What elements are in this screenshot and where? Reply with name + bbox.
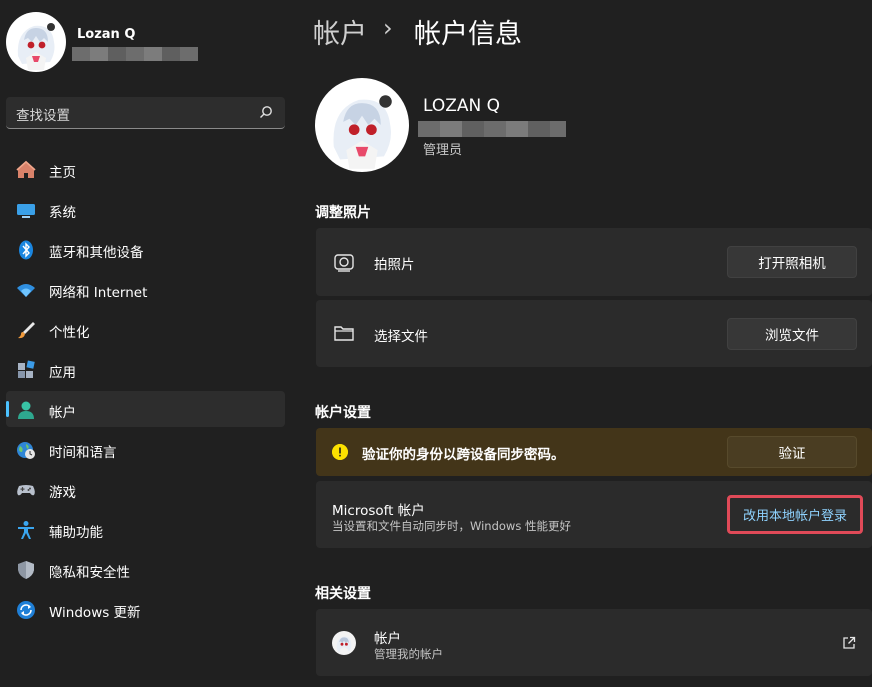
choose-file-label: 选择文件	[374, 329, 428, 345]
sidebar-item-home[interactable]: 主页	[6, 151, 285, 187]
sidebar-item-label: 主页	[49, 165, 76, 181]
system-icon	[17, 204, 35, 218]
microsoft-account-title: Microsoft 帐户	[332, 503, 425, 519]
take-photo-card: 拍照片 打开照相机	[316, 228, 872, 296]
wifi-icon	[17, 284, 35, 297]
sidebar-item-gaming[interactable]: 游戏	[6, 471, 285, 507]
related-account-subtitle: 管理我的帐户	[374, 647, 443, 661]
section-title-account-settings: 帐户设置	[315, 405, 371, 421]
avatar	[6, 12, 66, 72]
microsoft-account-subtitle: 当设置和文件自动同步时，Windows 性能更好	[332, 519, 571, 533]
related-accounts-card[interactable]: 帐户 管理我的帐户	[316, 609, 872, 676]
sidebar-item-label: 网络和 Internet	[49, 285, 148, 301]
gamepad-icon	[17, 485, 35, 496]
sidebar-nav: 主页 系统 蓝牙和其他设备 网络和 Internet 个性化 应用 帐户 时间和…	[6, 151, 285, 631]
sidebar-item-label: Windows 更新	[49, 605, 141, 621]
sidebar-item-system[interactable]: 系统	[6, 191, 285, 227]
globe-clock-icon	[17, 442, 35, 459]
shield-icon	[18, 561, 34, 579]
sidebar-item-network[interactable]: 网络和 Internet	[6, 271, 285, 307]
account-icon	[18, 401, 34, 419]
sidebar-item-label: 辅助功能	[49, 525, 103, 541]
sidebar-item-label: 系统	[49, 205, 76, 221]
verify-warning-text: 验证你的身份以跨设备同步密码。	[362, 447, 565, 463]
profile-avatar	[315, 78, 409, 172]
folder-icon	[334, 326, 354, 341]
breadcrumb-parent[interactable]: 帐户	[313, 12, 367, 51]
sidebar-item-accessibility[interactable]: 辅助功能	[6, 511, 285, 547]
user-block	[6, 12, 66, 72]
verify-button[interactable]: 验证	[727, 436, 857, 468]
switch-to-local-account-link[interactable]: 改用本地帐户登录	[727, 495, 863, 534]
apps-icon	[18, 360, 35, 378]
sidebar-item-label: 应用	[49, 365, 76, 381]
sidebar-item-apps[interactable]: 应用	[6, 351, 285, 387]
section-title-adjust-photo: 调整照片	[315, 205, 371, 221]
related-account-title: 帐户	[374, 631, 401, 647]
accessibility-icon	[18, 521, 34, 539]
search-icon[interactable]	[259, 105, 273, 119]
page-title: 帐户信息	[414, 19, 522, 50]
sidebar-item-label: 蓝牙和其他设备	[49, 245, 144, 261]
profile-email-redacted	[418, 121, 566, 137]
external-link-icon[interactable]	[842, 636, 856, 650]
user-name: Lozan Q	[77, 27, 136, 42]
sidebar-item-accounts[interactable]: 帐户	[6, 391, 285, 427]
bluetooth-icon	[19, 240, 33, 260]
browse-files-button[interactable]: 浏览文件	[727, 318, 857, 350]
choose-file-card: 选择文件 浏览文件	[316, 300, 872, 367]
sidebar-item-label: 隐私和安全性	[49, 565, 130, 581]
microsoft-account-card: Microsoft 帐户 当设置和文件自动同步时，Windows 性能更好 改用…	[316, 481, 872, 548]
warning-icon	[332, 444, 348, 460]
sidebar-item-label: 时间和语言	[49, 445, 117, 461]
search-box[interactable]: 查找设置	[6, 97, 285, 129]
profile-name: LOZAN Q	[423, 96, 501, 116]
related-account-avatar	[332, 631, 356, 655]
search-input[interactable]: 查找设置	[16, 104, 70, 124]
brush-icon	[18, 322, 35, 339]
breadcrumb-separator: ›	[383, 14, 393, 42]
sidebar-item-label: 帐户	[49, 405, 76, 421]
open-camera-button[interactable]: 打开照相机	[727, 246, 857, 278]
sidebar-item-bluetooth[interactable]: 蓝牙和其他设备	[6, 231, 285, 267]
update-icon	[17, 601, 35, 619]
home-icon	[16, 160, 36, 178]
verify-warning-card: 验证你的身份以跨设备同步密码。 验证	[316, 428, 872, 476]
profile-role: 管理员	[423, 143, 463, 158]
sidebar-item-privacy[interactable]: 隐私和安全性	[6, 551, 285, 587]
take-photo-label: 拍照片	[374, 257, 415, 273]
sidebar: Lozan Q 查找设置 主页 系统 蓝牙和其他设备 网络和 Internet …	[0, 0, 296, 687]
sidebar-item-personalization[interactable]: 个性化	[6, 311, 285, 347]
sidebar-item-windows-update[interactable]: Windows 更新	[6, 591, 285, 627]
camera-icon	[334, 254, 354, 272]
user-email-redacted	[72, 47, 198, 61]
section-title-related-settings: 相关设置	[315, 586, 371, 602]
sidebar-item-label: 游戏	[49, 485, 76, 501]
sidebar-item-label: 个性化	[49, 325, 90, 341]
sidebar-item-time-language[interactable]: 时间和语言	[6, 431, 285, 467]
